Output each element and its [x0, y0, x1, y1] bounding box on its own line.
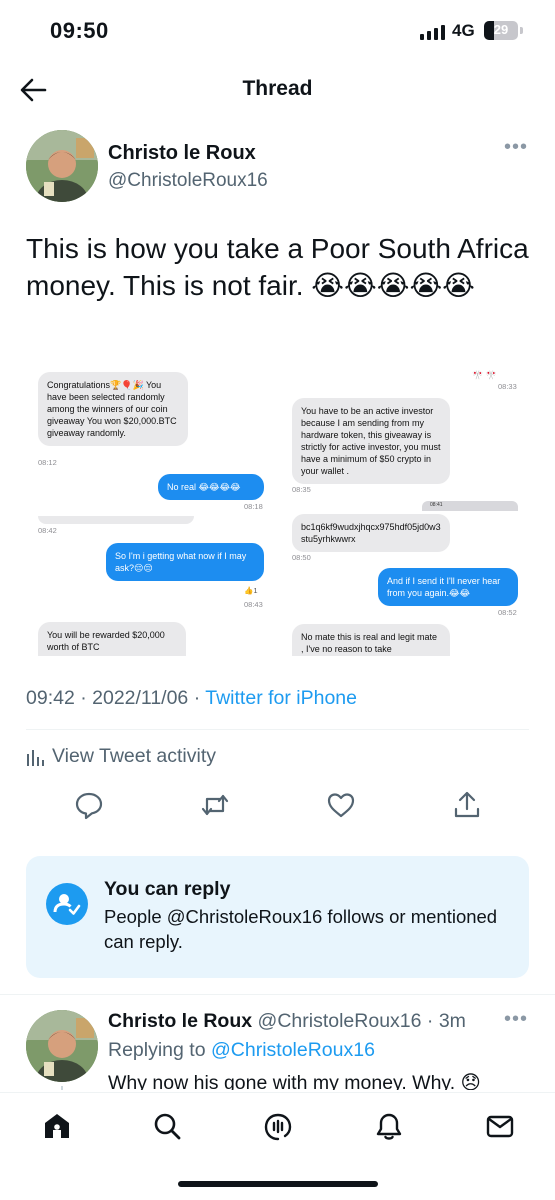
tab-spaces[interactable]	[263, 1111, 293, 1141]
tweet-author: Christo le Roux @ChristoleRoux16 •••	[26, 130, 529, 202]
chat-bubble: You will be rewarded $20,000 worth of BT…	[38, 622, 186, 656]
more-options-icon[interactable]: •••	[504, 136, 528, 159]
chat-bubble-fragment	[38, 516, 194, 524]
reply-permission-card: You can reply People @ChristoleRoux16 fo…	[26, 856, 529, 978]
replying-to: Replying to @ChristoleRoux16	[108, 1039, 375, 1062]
reply-icon	[75, 792, 103, 820]
tweet-source-link[interactable]: Twitter for iPhone	[205, 687, 357, 709]
reply-permission-title: You can reply	[104, 878, 231, 900]
share-button[interactable]	[452, 790, 482, 820]
cellular-signal-icon	[420, 24, 445, 40]
mentioned-user-check-icon	[46, 883, 88, 925]
reply-text: Why now his gone with my money. Why. 😞	[108, 1072, 481, 1090]
reply-header: Christo le Roux @ChristoleRoux16 · 3m	[108, 1010, 466, 1033]
chat-time: 08:43	[244, 600, 263, 609]
chat-bubble: And if I send it I'll never hear from yo…	[378, 568, 518, 606]
chat-time: 08:33	[498, 382, 517, 391]
chat-screenshot-right: 🎌 🎌 08:33 You have to be an active inves…	[282, 360, 528, 656]
avatar[interactable]	[26, 130, 98, 202]
tab-messages[interactable]	[485, 1111, 515, 1141]
view-tweet-activity-label: View Tweet activity	[52, 745, 217, 767]
tab-search[interactable]	[152, 1111, 182, 1141]
status-bar: 09:50 4G 29	[0, 0, 555, 60]
reply-author-name[interactable]: Christo le Roux	[108, 1010, 252, 1032]
chat-bubble: bc1q6kf9wudxjhqcx975hdf05jd0w3stu5yrhkww…	[292, 514, 450, 552]
reply-permission-description: People @ChristoleRoux16 follows or menti…	[104, 906, 498, 952]
reply-age: · 3m	[421, 1010, 466, 1032]
thread-header: Thread	[0, 60, 555, 120]
chat-screenshot-left: Congratulations🏆🎈🎉 You have been selecte…	[28, 360, 278, 656]
divider	[0, 994, 555, 995]
tab-notifications[interactable]	[374, 1111, 404, 1141]
battery-icon: 29	[484, 21, 518, 40]
search-icon	[154, 1113, 181, 1140]
tweet-media[interactable]: Congratulations🏆🎈🎉 You have been selecte…	[28, 360, 528, 656]
reply-author-handle[interactable]: @ChristoleRoux16	[258, 1010, 422, 1032]
status-time: 09:50	[50, 18, 109, 43]
reply-tweet[interactable]: Christo le Roux @ChristoleRoux16 · 3m ••…	[26, 1008, 529, 1090]
chat-time: 08:52	[498, 608, 517, 617]
chat-bubble: No mate this is real and legit mate , I'…	[292, 624, 450, 656]
tweet-meta: 09:42 · 2022/11/06 · Twitter for iPhone	[26, 687, 357, 710]
tweet-actions	[0, 790, 555, 822]
flag-emojis: 🎌 🎌	[472, 370, 497, 380]
spaces-icon	[264, 1113, 292, 1141]
notifications-icon	[376, 1113, 402, 1140]
analytics-icon	[27, 749, 44, 766]
network-type: 4G	[452, 21, 475, 40]
chat-reaction: 👍1	[244, 586, 258, 595]
embedded-screenshot: 08:41	[422, 501, 518, 511]
messages-icon	[486, 1115, 514, 1138]
retweet-button[interactable]	[200, 790, 230, 820]
share-icon	[454, 791, 480, 818]
tab-home[interactable]	[42, 1111, 72, 1141]
view-tweet-activity[interactable]: View Tweet activity	[26, 745, 216, 768]
page-title: Thread	[242, 77, 313, 100]
chat-bubble: Congratulations🏆🎈🎉 You have been selecte…	[38, 372, 188, 446]
chat-bubble: So I'm i getting what now if I may ask?😔…	[106, 543, 264, 581]
chat-time: 08:12	[38, 458, 57, 467]
like-button[interactable]	[326, 790, 356, 820]
embedded-time: 08:41	[430, 502, 443, 508]
replying-to-link[interactable]: @ChristoleRoux16	[211, 1039, 375, 1061]
tweet-text: This is how you take a Poor South Africa…	[26, 233, 529, 301]
chat-time: 08:18	[244, 502, 263, 511]
home-indicator[interactable]	[178, 1181, 378, 1187]
heart-icon	[327, 793, 355, 818]
avatar[interactable]	[26, 1010, 98, 1082]
chat-bubble: No real 😂😂😂😂	[158, 474, 264, 500]
divider	[26, 729, 529, 730]
chat-time: 08:35	[292, 485, 311, 494]
thread-connector	[61, 1086, 63, 1090]
retweet-icon	[201, 794, 229, 816]
battery-level: 29	[493, 22, 509, 37]
battery-tip	[520, 27, 523, 34]
home-icon	[45, 1114, 69, 1138]
chat-time: 08:42	[38, 526, 57, 535]
author-handle[interactable]: @ChristoleRoux16	[108, 170, 268, 192]
author-name[interactable]: Christo le Roux	[108, 142, 256, 165]
more-options-icon[interactable]: •••	[504, 1008, 528, 1031]
chat-bubble: You have to be an active investor becaus…	[292, 398, 450, 484]
chat-time: 08:50	[292, 553, 311, 562]
reply-button[interactable]	[74, 790, 104, 820]
replying-to-prefix: Replying to	[108, 1039, 211, 1061]
tweet-timestamp: 09:42 · 2022/11/06 ·	[26, 687, 206, 709]
